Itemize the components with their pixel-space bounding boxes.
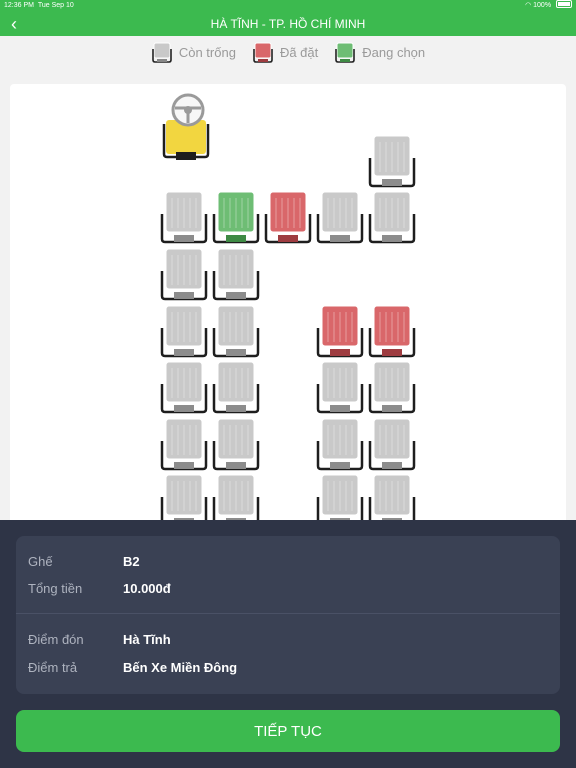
legend-selected-label: Đang chọn <box>362 44 426 60</box>
status-time: 12:36 PM Tue Sep 10 <box>4 2 74 9</box>
dropoff-label: Điểm trả <box>28 660 78 675</box>
seat-r5-c2[interactable] <box>212 361 260 414</box>
legend-selected: Đang chọn <box>334 41 425 63</box>
legend-available: Còn trống <box>151 41 236 63</box>
pickup-value: Hà Tĩnh <box>123 632 171 647</box>
total-label: Tổng tiền <box>28 581 83 596</box>
seat-r7-c2[interactable] <box>212 474 260 527</box>
seat-r6-c2[interactable] <box>212 418 260 471</box>
seat-r3-c2[interactable] <box>212 248 260 301</box>
seat-r5-c4[interactable] <box>316 361 364 414</box>
seat-r2-c1[interactable] <box>160 191 208 244</box>
continue-button[interactable]: TIẾP TỤC <box>16 710 560 752</box>
seat-map <box>160 93 416 527</box>
seat-r3-c1[interactable] <box>160 248 208 301</box>
seat-booked-icon <box>253 42 273 63</box>
seat-r7-c4[interactable] <box>316 474 364 527</box>
seat-r2-c4[interactable] <box>316 191 364 244</box>
battery-icon <box>556 0 572 9</box>
seat-r7-c5[interactable] <box>368 474 416 527</box>
divider <box>16 613 560 614</box>
page-title: HÀ TĨNH - TP. HỒ CHÍ MINH <box>210 17 366 31</box>
seat-r4-c4 <box>316 305 364 358</box>
seat-r2-c3 <box>264 191 312 244</box>
seat-r4-c1[interactable] <box>160 305 208 358</box>
seat-value: B2 <box>123 554 140 569</box>
seat-legend: Còn trống Đã đặt Đang chọn <box>0 40 576 64</box>
status-date: Tue Sep 10 <box>37 2 74 9</box>
seat-r4-c2[interactable] <box>212 305 260 358</box>
seat-r4-c5 <box>368 305 416 358</box>
status-right: ◠ 100% <box>525 0 572 12</box>
seat-r7-c1[interactable] <box>160 474 208 527</box>
dropoff-value: Bến Xe Miền Đông <box>123 660 238 675</box>
wifi-icon: ◠ <box>525 2 532 9</box>
seat-r5-c1[interactable] <box>160 361 208 414</box>
pickup-label: Điểm đón <box>28 632 84 647</box>
seat-r2-c5[interactable] <box>368 191 416 244</box>
seat-r6-c1[interactable] <box>160 418 208 471</box>
legend-booked-label: Đã đặt <box>279 44 319 60</box>
steering-wheel-icon <box>171 93 205 127</box>
nav-bar: ‹ HÀ TĨNH - TP. HỒ CHÍ MINH <box>0 12 576 36</box>
battery-percent: 100% <box>533 2 552 9</box>
seat-r6-c5[interactable] <box>368 418 416 471</box>
status-bar: 12:36 PM Tue Sep 10 ◠ 100% <box>0 0 576 12</box>
seat-r1-c5[interactable] <box>368 135 416 188</box>
trip-info-card: Ghế B2 Tổng tiền 10.000đ Điểm đón Hà Tĩn… <box>16 536 560 694</box>
seat-label: Ghế <box>28 554 53 569</box>
seat-r2-c2[interactable] <box>212 191 260 244</box>
legend-available-label: Còn trống <box>178 44 236 60</box>
total-value: 10.000đ <box>123 581 171 596</box>
legend-booked: Đã đặt <box>252 41 318 63</box>
booking-summary-panel: Ghế B2 Tổng tiền 10.000đ Điểm đón Hà Tĩn… <box>0 520 576 768</box>
seat-map-card <box>10 84 566 554</box>
seat-r6-c4[interactable] <box>316 418 364 471</box>
seat-selected-icon <box>335 42 356 63</box>
seat-r5-c5[interactable] <box>368 361 416 414</box>
seat-available-icon <box>152 42 172 63</box>
